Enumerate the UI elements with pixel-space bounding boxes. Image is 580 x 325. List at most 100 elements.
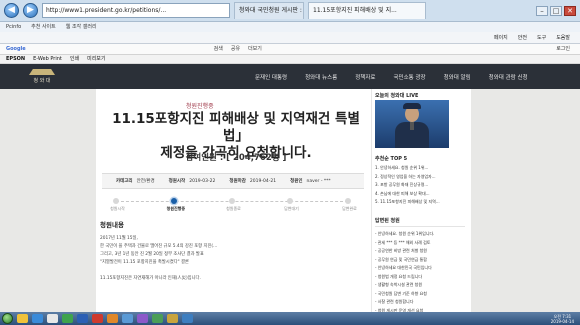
taskbar-app-icon[interactable] xyxy=(47,314,58,323)
start-button[interactable] xyxy=(2,313,13,324)
list-item[interactable]: 2. 정상적인 영업을 하는 자영업자... xyxy=(375,173,465,182)
answered-title: 답변된 청원 xyxy=(375,218,400,224)
top5-list: 1. 안녕하세요. 청원 순위 1위... 2. 정상적인 영업을 하는 자영업… xyxy=(375,164,465,207)
tab-petition-board[interactable]: 청와대 국민청원 게시판 : 대... xyxy=(234,2,304,19)
list-item[interactable]: 3. 포항 공무원 화재 진상규명... xyxy=(375,181,465,190)
forward-icon[interactable]: ▶ xyxy=(23,3,38,18)
nav-item-newsroom[interactable]: 청와대 뉴스룸 xyxy=(296,73,346,81)
body-line: 한 국민이 을 주택과 건물로 떨어진 규모 5.4의 강진 포항 지진(... xyxy=(100,244,218,249)
meta-key-end: 청원마감 xyxy=(229,179,246,184)
microphone-icon xyxy=(410,122,414,130)
menu-safety[interactable]: 안전 xyxy=(518,32,527,43)
person-cap xyxy=(403,103,421,109)
progress-step-label: 청원시작 xyxy=(110,206,125,211)
menu-page[interactable]: 페이지 xyxy=(494,32,508,43)
meta-key-author: 청원인 xyxy=(290,179,303,184)
tab-petition-detail[interactable]: 11.15포항지진 피해배상 및 지... xyxy=(308,2,426,19)
progress-step-label: 답변완료 xyxy=(342,206,357,211)
section-title: 청원내용 xyxy=(100,221,124,229)
progress-step-dot xyxy=(229,198,235,204)
taskbar-app-icon[interactable] xyxy=(32,314,43,323)
epson-logo: EPSON xyxy=(6,56,26,62)
epson-toolbar: EPSON E-Web Print 인쇄 미리보기 xyxy=(0,55,580,64)
progress-step-label: 청원종료 xyxy=(226,206,241,211)
screen: ◀ ▶ http://www1.president.go.kr/petition… xyxy=(0,0,580,325)
close-icon[interactable]: ✕ xyxy=(564,5,576,16)
address-bar[interactable]: http://www1.president.go.kr/petitions/..… xyxy=(42,3,230,18)
favorites-bar: Pcinfo 추천 사이트 웹 조각 갤러리 xyxy=(0,22,580,32)
nav-item-forum[interactable]: 국민소통 광장 xyxy=(384,73,434,81)
blue-house-roof-icon xyxy=(29,69,55,75)
site-logo[interactable]: 청 와 대 xyxy=(18,67,66,86)
list-item[interactable]: - 안녕하세요 대한민국 국민입니다 xyxy=(375,264,465,273)
google-more-button[interactable]: 더보기 xyxy=(248,44,262,54)
list-item[interactable]: 1. 안녕하세요. 청원 순위 1위... xyxy=(375,164,465,173)
list-item[interactable]: 4. 손님에 대한 피해 보상 확대... xyxy=(375,190,465,199)
body-line: 2017년 11월 15일, xyxy=(100,236,138,241)
progress-step-label: 청원진행중 xyxy=(166,206,186,211)
list-item[interactable]: - 국민청원 답변 기준 하향 요청 xyxy=(375,290,465,299)
meta-value-start: 2019-03-22 xyxy=(189,178,216,184)
progress-step-dot xyxy=(345,198,351,204)
taskbar-app-icon[interactable] xyxy=(107,314,118,323)
google-toolbar: Google 검색 공유 더보기 로그인 xyxy=(0,44,580,55)
live-title: 오늘의 청와대 LIVE xyxy=(375,93,419,99)
taskbar-app-icon[interactable] xyxy=(92,314,103,323)
petition-body: 2017년 11월 15일, 한 국민이 을 주택과 건물로 떨어진 규모 5.… xyxy=(100,235,360,283)
body-line xyxy=(100,267,360,275)
taskbar: 오전 7:31 2019-04-14 xyxy=(0,312,580,325)
nav-item-policy[interactable]: 정책자료 xyxy=(346,73,384,81)
taskbar-app-icon[interactable] xyxy=(122,314,133,323)
answered-list: - 안녕하세요. 청원 순위 1위입니다. - 관세 *** 등 *** 해외 … xyxy=(375,226,465,315)
live-video-thumbnail[interactable] xyxy=(375,100,449,148)
menu-tools[interactable]: 도구 xyxy=(537,32,546,43)
nav-item-notice[interactable]: 청와대 알림 xyxy=(435,73,480,81)
meta-key-start: 청원시작 xyxy=(168,179,186,184)
back-icon[interactable]: ◀ xyxy=(4,3,19,18)
meta-value-author: naver - *** xyxy=(306,178,331,184)
list-item[interactable]: - 사찰 관련 청원합니다 xyxy=(375,298,465,307)
taskbar-app-icon[interactable] xyxy=(182,314,193,323)
sidebar: 오늘의 청와대 LIVE 추천순 TOP 5 1. 안녕하세요. 청원 순위 1… xyxy=(371,89,467,325)
meta-value-end: 2019-04-21 xyxy=(249,178,277,184)
nav-item-tour[interactable]: 청와대 관람 신청 xyxy=(480,73,537,81)
google-search-button[interactable]: 검색 xyxy=(214,44,223,54)
nav-item-president[interactable]: 문재인 대통령 xyxy=(246,73,296,81)
list-item[interactable]: - 관세 *** 등 *** 해외 사례 검토 xyxy=(375,239,465,248)
list-item[interactable]: - 공무원 연금 및 국민연금 통합 xyxy=(375,256,465,265)
list-item[interactable]: - 안녕하세요. 청원 순위 1위입니다. xyxy=(375,230,465,239)
favorite-item[interactable]: 추천 사이트 xyxy=(31,22,56,32)
google-share-button[interactable]: 공유 xyxy=(231,44,240,54)
taskbar-apps xyxy=(17,314,193,323)
preview-button[interactable]: 미리보기 xyxy=(87,55,105,63)
body-line: "지열발전이 11.15 포항지진을 촉발시켰다" 결론 xyxy=(100,260,189,265)
main-nav: 문재인 대통령 청와대 뉴스룸 정책자료 국민소통 광장 청와대 알림 청와대 … xyxy=(246,73,537,81)
google-login-button[interactable]: 로그인 xyxy=(556,44,570,54)
browser-titlebar: ◀ ▶ http://www1.president.go.kr/petition… xyxy=(0,0,580,22)
menu-help[interactable]: 도움말 xyxy=(556,32,570,43)
clock[interactable]: 오전 7:31 2019-04-14 xyxy=(551,314,574,324)
taskbar-app-icon[interactable] xyxy=(62,314,73,323)
print-button[interactable]: 인쇄 xyxy=(70,55,79,63)
body-line: 11.15포항지진은 자연재해가 아니라 인재(人災)입니다. xyxy=(100,276,201,281)
taskbar-app-icon[interactable] xyxy=(167,314,178,323)
favorite-item[interactable]: Pcinfo xyxy=(6,22,21,32)
taskbar-app-icon[interactable] xyxy=(137,314,148,323)
meta-key-category: 카테고리 xyxy=(116,179,133,184)
list-item[interactable]: - 공공연한 비방 관련 처벌 청원 xyxy=(375,247,465,256)
body-line: 그리고, 3년 1년 동안 진 2월 20일 정부 조사단 결과 발표 xyxy=(100,252,204,257)
taskbar-app-icon[interactable] xyxy=(77,314,88,323)
petition-progress: 청원시작 청원진행중 청원종료 답변대기 답변완료 xyxy=(110,197,357,211)
eweb-print-button[interactable]: E-Web Print xyxy=(33,55,62,63)
maximize-icon[interactable]: □ xyxy=(550,5,562,16)
minimize-icon[interactable]: – xyxy=(536,5,548,16)
status-badge: 청원진행중 xyxy=(186,103,214,110)
command-bar: 페이지 안전 도구 도움말 xyxy=(0,32,580,44)
window-controls: – □ ✕ xyxy=(536,5,576,16)
favorite-item[interactable]: 웹 조각 갤러리 xyxy=(66,22,97,32)
taskbar-app-icon[interactable] xyxy=(17,314,28,323)
list-item[interactable]: - 생활형 숙박시설 관련 청원 xyxy=(375,281,465,290)
list-item[interactable]: - 청원법 개정 요청 드립니다 xyxy=(375,273,465,282)
list-item[interactable]: 5. 11.15포항지진 피해배상 및 지역... xyxy=(375,198,465,207)
taskbar-app-icon[interactable] xyxy=(152,314,163,323)
